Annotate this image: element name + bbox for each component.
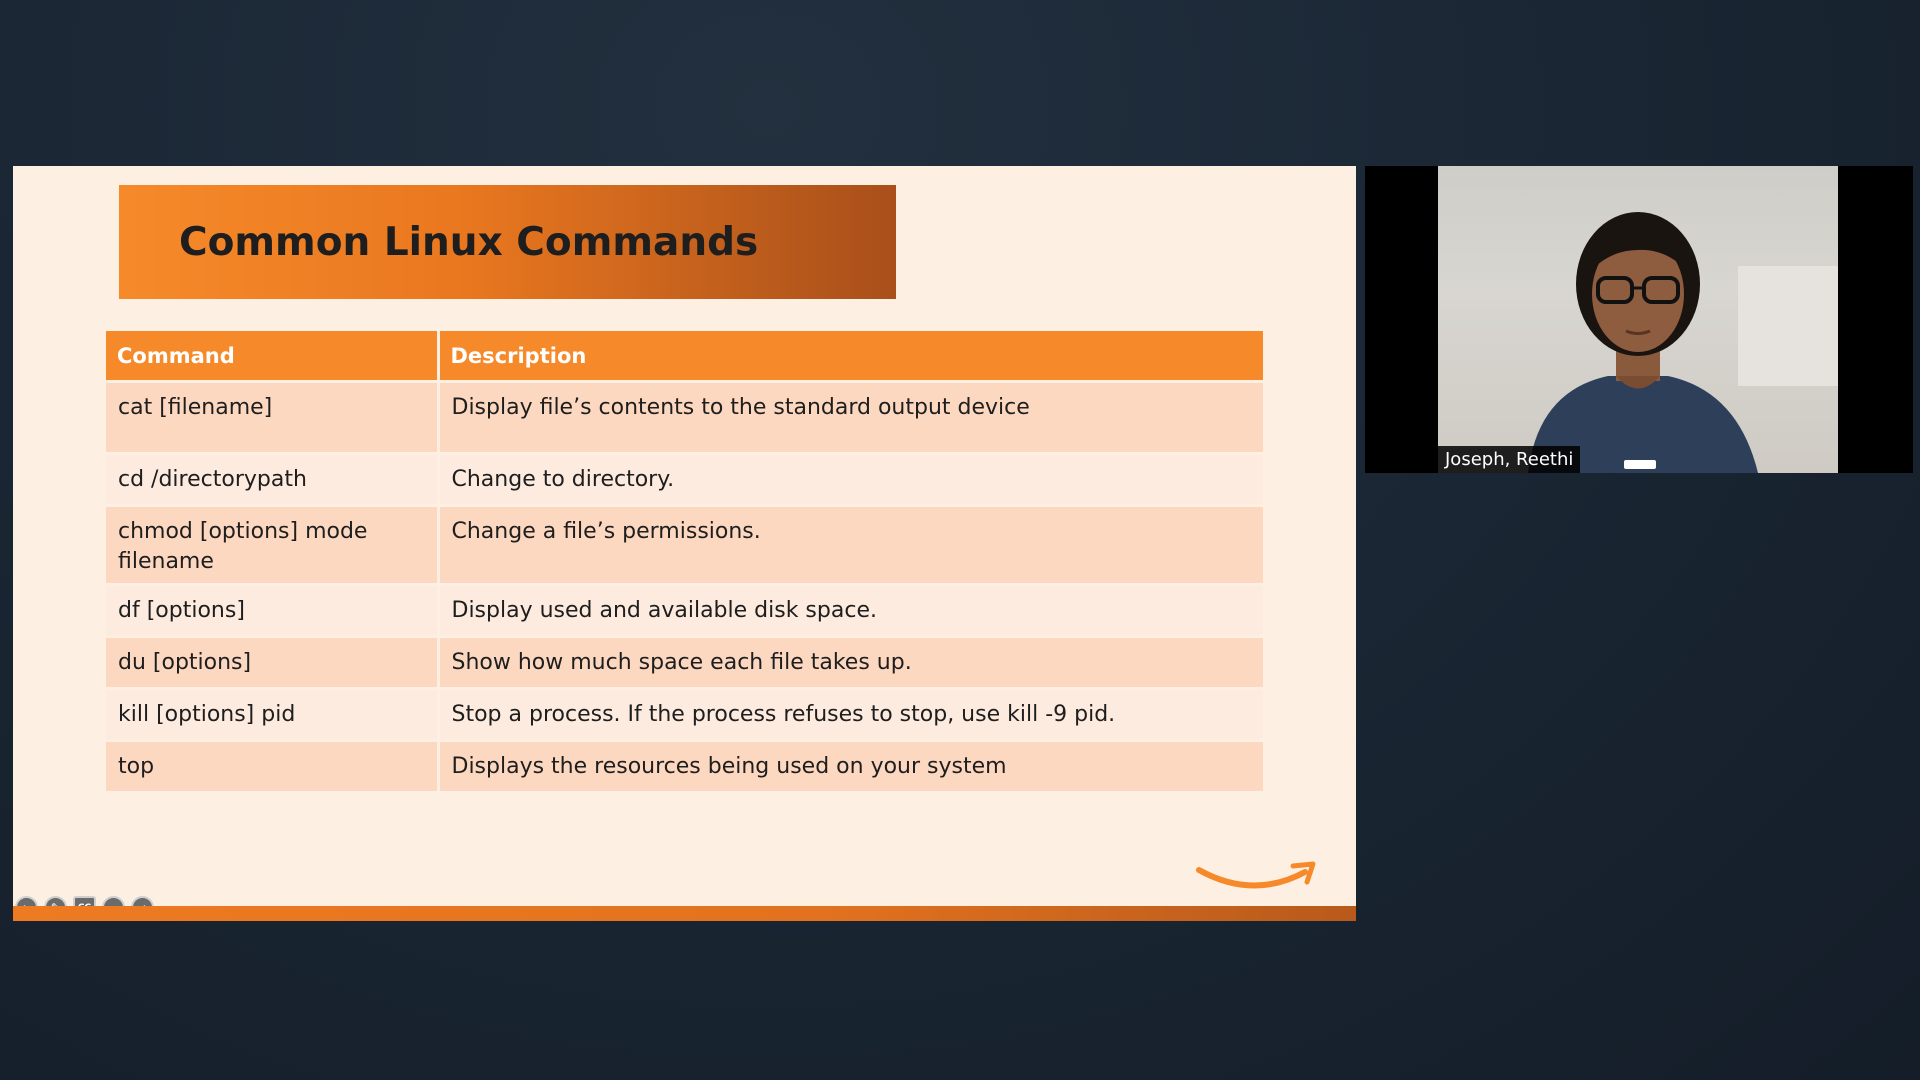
- description-cell: Display used and available disk space.: [438, 584, 1266, 638]
- command-cell: chmod [options] mode filename: [106, 505, 440, 586]
- description-cell: Change to directory.: [438, 453, 1266, 507]
- title-banner: Common Linux Commands: [119, 185, 896, 299]
- shared-slide: Common Linux Commands Command Descriptio…: [13, 166, 1356, 921]
- description-cell: Display file’s contents to the standard …: [438, 381, 1266, 455]
- participant-name-label: Joseph, Reethi: [1438, 446, 1581, 473]
- participant-image: [1528, 212, 1838, 473]
- slide-bottom-bar: [13, 906, 1356, 921]
- column-header-description: Description: [438, 331, 1266, 383]
- command-cell: kill [options] pid: [106, 688, 440, 742]
- description-cell: Displays the resources being used on you…: [438, 740, 1266, 794]
- slide-title: Common Linux Commands: [179, 219, 759, 265]
- column-header-command: Command: [106, 331, 440, 383]
- table-row: df [options] Display used and available …: [106, 584, 1266, 638]
- table-header-row: Command Description: [106, 331, 1266, 383]
- table-row: du [options] Show how much space each fi…: [106, 636, 1266, 690]
- mic-status-icon: [1624, 460, 1656, 469]
- command-cell: cat [filename]: [106, 381, 440, 455]
- table-row: cat [filename] Display file’s contents t…: [106, 381, 1266, 455]
- description-cell: Change a file’s permissions.: [438, 505, 1266, 586]
- amazon-smile-logo: [1196, 861, 1316, 889]
- table-row: cd /directorypath Change to directory.: [106, 453, 1266, 507]
- table-row: kill [options] pid Stop a process. If th…: [106, 688, 1266, 742]
- participant-video: Joseph, Reethi: [1438, 166, 1838, 473]
- table-row: chmod [options] mode filename Change a f…: [106, 505, 1266, 586]
- commands-table: Command Description cat [filename] Displ…: [106, 331, 1266, 794]
- command-cell: top: [106, 740, 440, 794]
- description-cell: Stop a process. If the process refuses t…: [438, 688, 1266, 742]
- participant-video-tile[interactable]: Joseph, Reethi: [1365, 166, 1913, 473]
- command-cell: df [options]: [106, 584, 440, 638]
- description-cell: Show how much space each file takes up.: [438, 636, 1266, 690]
- command-cell: du [options]: [106, 636, 440, 690]
- table-row: top Displays the resources being used on…: [106, 740, 1266, 794]
- command-cell: cd /directorypath: [106, 453, 440, 507]
